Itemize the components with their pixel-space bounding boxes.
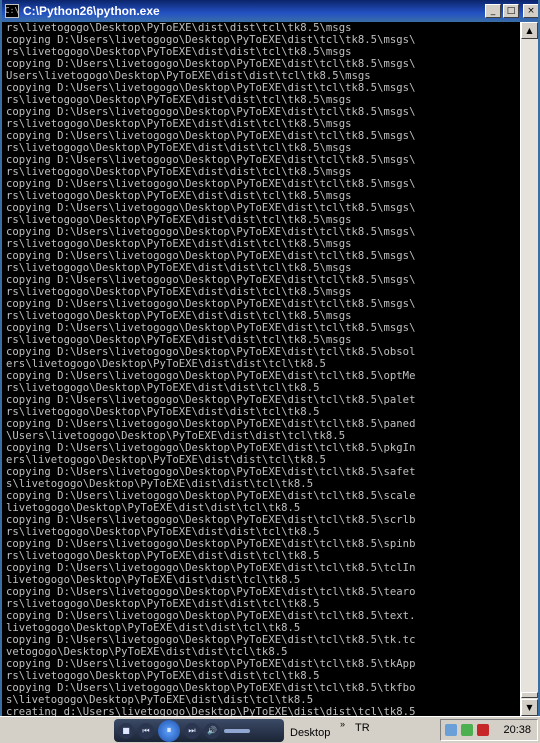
console-window: C:\ C:\Python26\python.exe _ □ × rs\live… (0, 0, 540, 716)
network-icon[interactable] (445, 724, 457, 736)
next-icon: ⏭ (188, 725, 196, 735)
volume-icon: 🔊 (207, 726, 217, 735)
window-title: C:\Python26\python.exe (23, 4, 160, 18)
console-output[interactable]: rs\livetogogo\Desktop\PyToEXE\dist\dist\… (4, 22, 520, 716)
desktop-toolbar-label[interactable]: Desktop (290, 727, 330, 739)
close-icon: × (527, 5, 535, 16)
vertical-scrollbar[interactable]: ▲ ▼ (520, 22, 538, 716)
window-controls: _ □ × (485, 4, 538, 18)
clock[interactable]: 20:38 (503, 724, 531, 736)
antivirus-icon[interactable] (477, 724, 489, 736)
close-button[interactable]: × (523, 4, 538, 18)
console-text: rs\livetogogo\Desktop\PyToEXE\dist\dist\… (6, 22, 416, 716)
stop-button[interactable]: ■ (118, 722, 134, 739)
volume-button[interactable]: 🔊 (204, 722, 220, 739)
volume-slider[interactable] (224, 728, 250, 733)
media-player-toolbar: ■ ⏮ ⏸ ⏭ 🔊 (114, 719, 284, 742)
expand-toolbar-icon[interactable]: » (340, 719, 345, 729)
previous-button[interactable]: ⏮ (138, 722, 154, 739)
title-bar[interactable]: C:\ C:\Python26\python.exe _ □ × (2, 0, 538, 22)
stop-icon: ■ (122, 726, 130, 735)
minimize-button[interactable]: _ (485, 4, 501, 18)
maximize-button[interactable]: □ (503, 4, 519, 18)
pause-icon: ⏸ (166, 725, 172, 736)
language-indicator[interactable]: TR (355, 722, 370, 734)
scroll-down-button[interactable]: ▼ (521, 699, 538, 716)
maximize-icon: □ (506, 5, 516, 16)
minimize-icon: _ (490, 5, 496, 16)
scroll-up-button[interactable]: ▲ (521, 22, 538, 39)
next-button[interactable]: ⏭ (184, 722, 200, 739)
system-tray: 20:38 (440, 719, 538, 741)
console-app-icon[interactable]: C:\ (5, 4, 19, 18)
arrow-down-icon: ▼ (526, 703, 533, 712)
console-app-icon-glyph: C:\ (4, 6, 20, 15)
taskbar: ■ ⏮ ⏸ ⏭ 🔊 Desktop TR » 20:38 (0, 716, 540, 743)
play-pause-button[interactable]: ⏸ (158, 719, 180, 742)
security-icon[interactable] (461, 724, 473, 736)
previous-icon: ⏮ (142, 725, 150, 735)
arrow-up-icon: ▲ (526, 26, 533, 35)
scroll-thumb[interactable] (521, 692, 538, 698)
